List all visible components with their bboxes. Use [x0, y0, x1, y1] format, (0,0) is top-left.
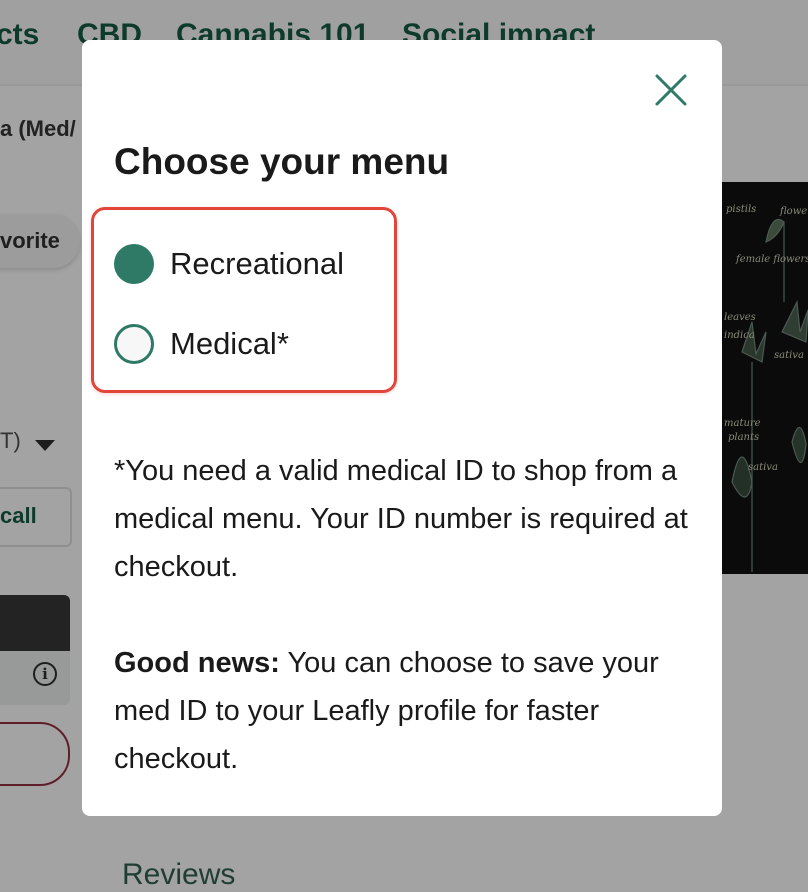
chevron-down-icon[interactable]: [35, 440, 55, 451]
caption-flowers: flowers: [779, 206, 808, 217]
good-news-label: Good news:: [114, 647, 280, 679]
close-icon[interactable]: [654, 73, 688, 107]
favorite-button-label: vorite: [0, 228, 60, 253]
reviews-heading: Reviews: [122, 858, 236, 891]
radio-option-medical[interactable]: Medical*: [114, 323, 289, 365]
caption-plants: plants: [728, 432, 759, 443]
favorite-button[interactable]: vorite: [0, 214, 80, 268]
caption-leaves: leaves: [724, 312, 756, 323]
menu-select-value[interactable]: T): [0, 428, 21, 454]
caption-sativa-2: sativa: [748, 462, 778, 473]
medical-id-note: *You need a valid medical ID to shop fro…: [114, 455, 688, 583]
caption-indica: indica: [724, 330, 755, 341]
info-icon[interactable]: i: [33, 662, 57, 686]
caption-female-flowers: female flowers: [735, 254, 808, 265]
good-news-paragraph: Good news: You can choose to save your m…: [114, 639, 694, 783]
radio-label-recreational[interactable]: Recreational: [170, 246, 344, 282]
caption-mature: mature: [724, 418, 761, 429]
call-button[interactable]: call: [0, 487, 72, 547]
plant-illustration-image: pistils flowers female flowers leaves in…: [722, 182, 808, 574]
radio-unselected-icon[interactable]: [114, 324, 154, 364]
caption-sativa-1: sativa: [774, 350, 804, 361]
choose-menu-dialog: Choose your menu Recreational Medical* *…: [82, 40, 722, 816]
dialog-title: Choose your menu: [114, 141, 450, 182]
radio-label-medical[interactable]: Medical*: [170, 326, 289, 362]
highlight-outline: [91, 207, 397, 393]
call-button-label: call: [0, 503, 37, 528]
dark-banner: [0, 595, 70, 651]
radio-selected-icon[interactable]: [114, 244, 154, 284]
caption-pistils: pistils: [726, 204, 756, 215]
radio-option-recreational[interactable]: Recreational: [114, 243, 344, 285]
breadcrumb: a (Med/: [0, 116, 76, 141]
nav-link-products[interactable]: cts: [0, 18, 39, 52]
outline-button[interactable]: [0, 722, 70, 786]
